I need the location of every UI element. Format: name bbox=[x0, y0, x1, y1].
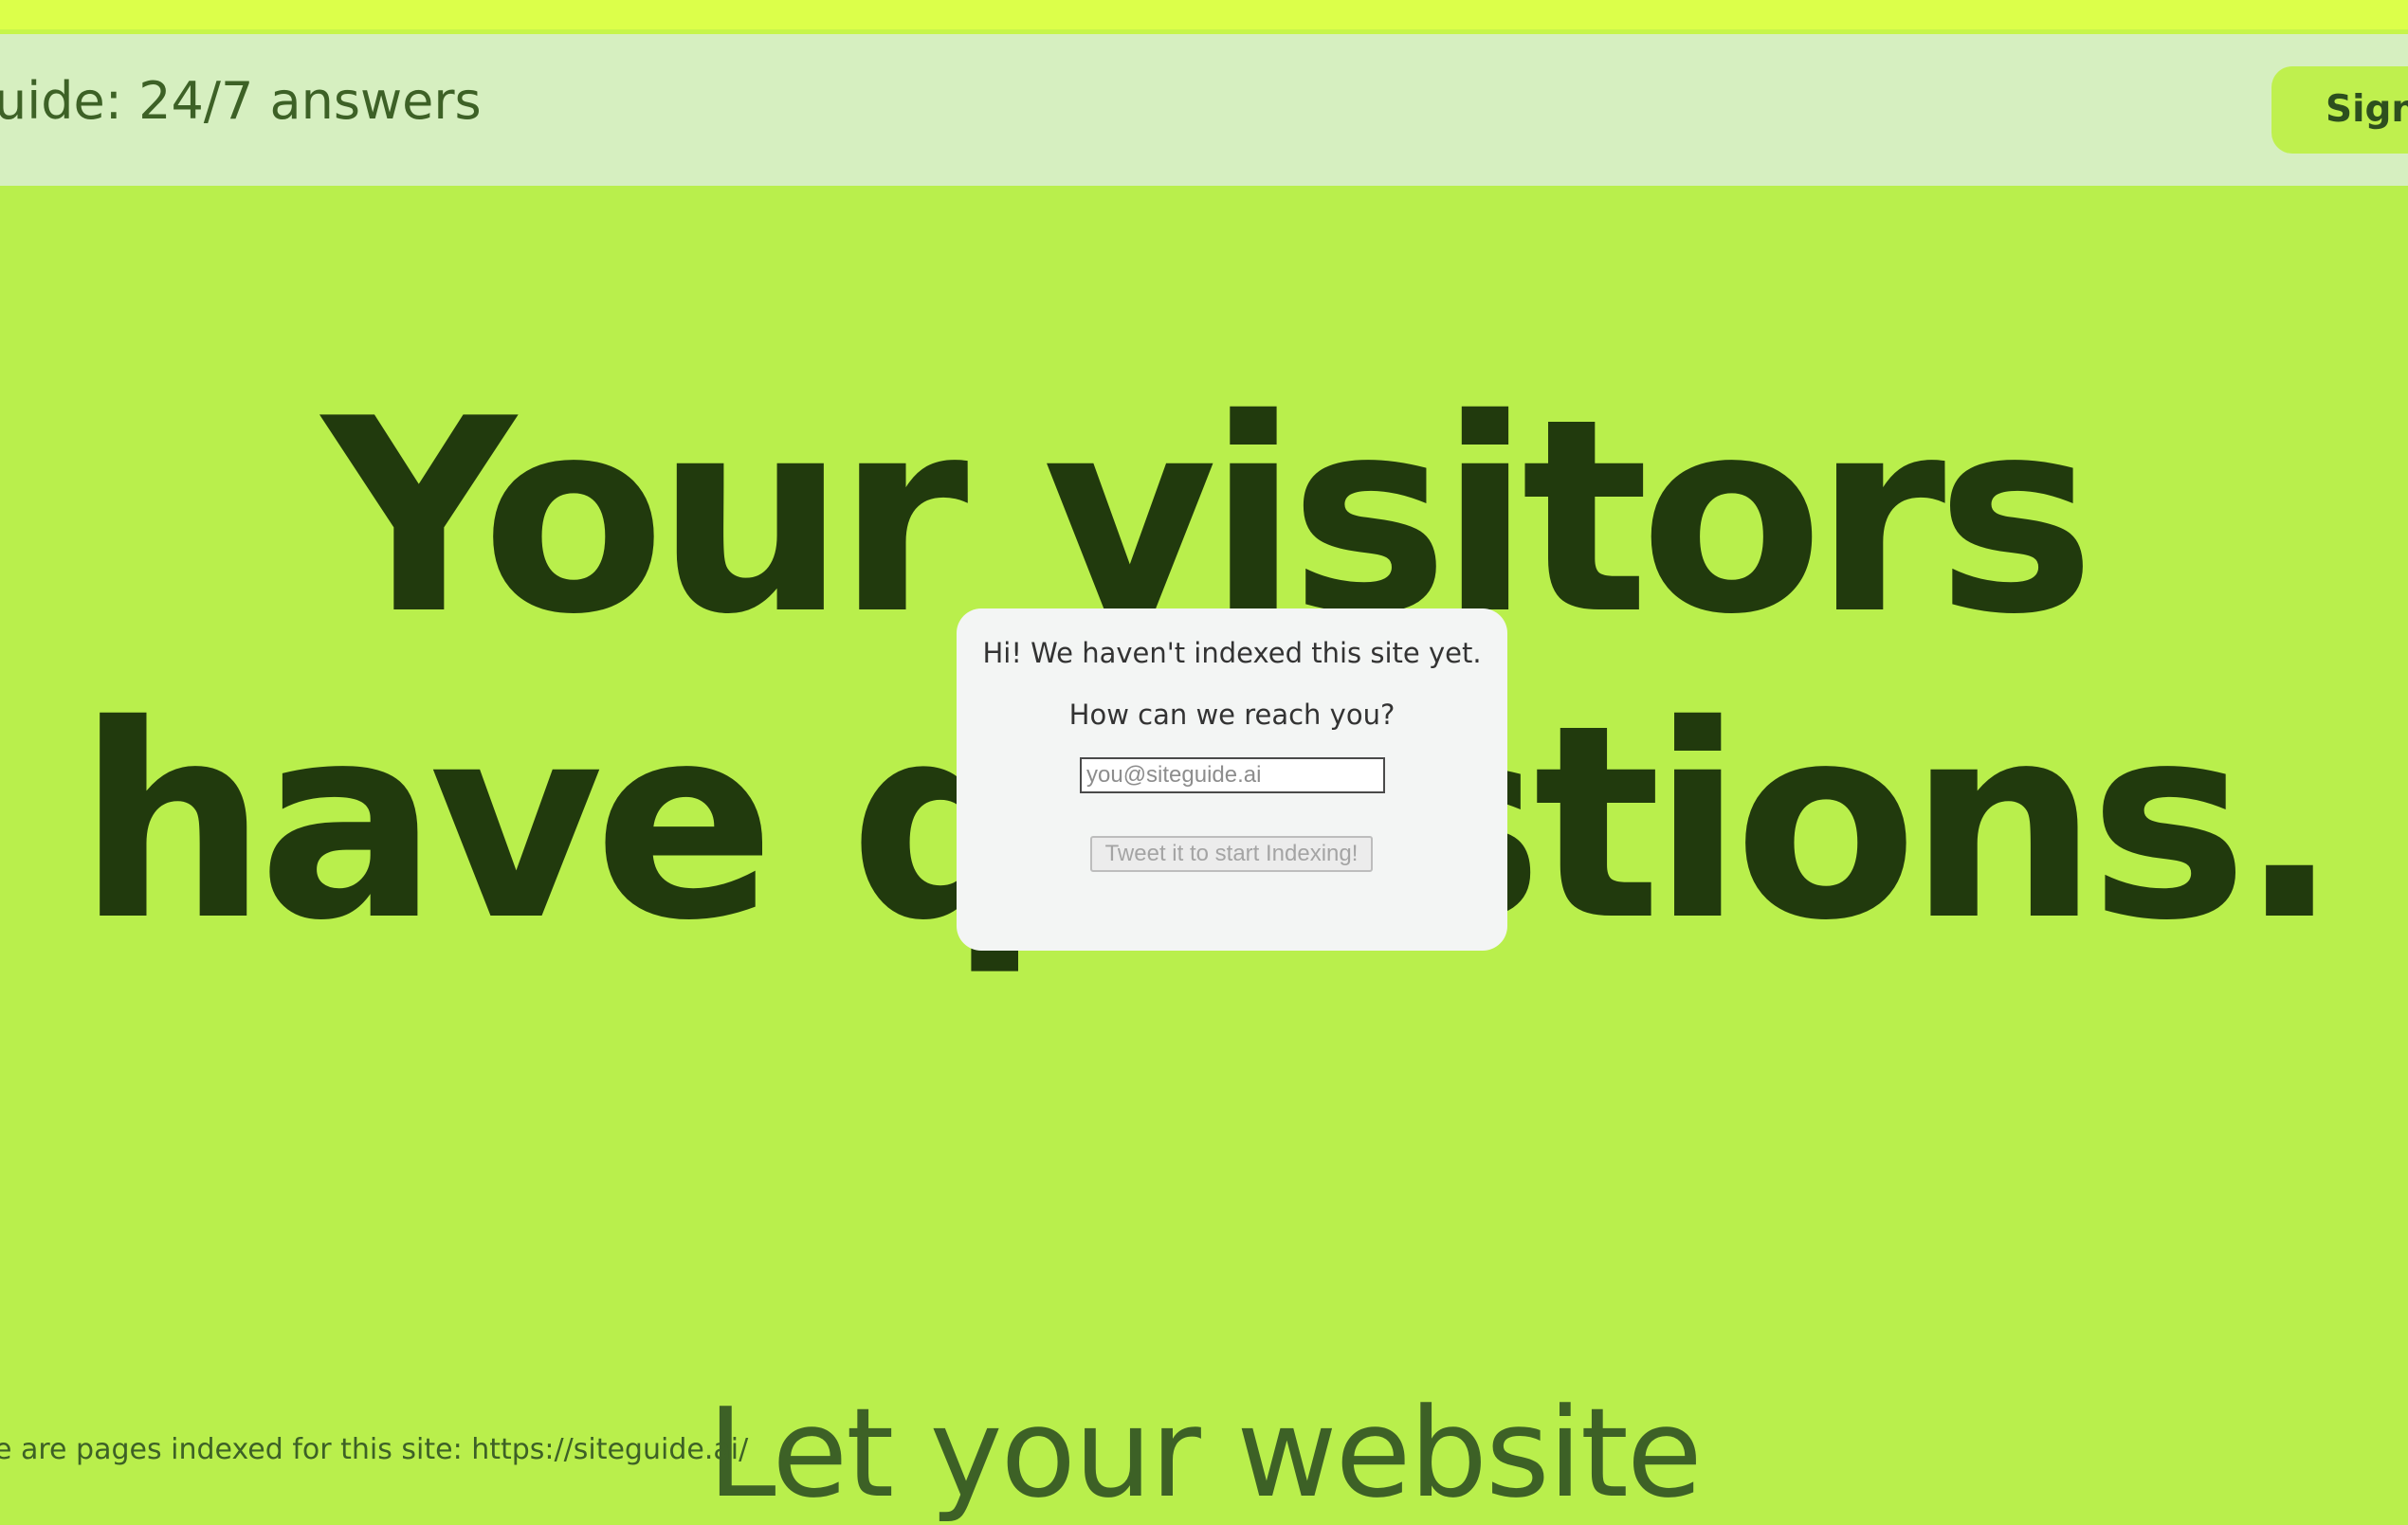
modal-question: How can we reach you? bbox=[1068, 699, 1396, 731]
index-status-text: e are pages indexed for this site: https… bbox=[0, 1433, 749, 1466]
indexing-modal: Hi! We haven't indexed this site yet. Ho… bbox=[957, 608, 1507, 951]
sign-in-button[interactable]: Sign bbox=[2271, 66, 2408, 154]
site-title[interactable]: uide: 24/7 answers bbox=[0, 76, 482, 127]
email-input[interactable] bbox=[1080, 757, 1385, 793]
top-accent-strip bbox=[0, 0, 2408, 34]
tweet-to-index-button[interactable]: Tweet it to start Indexing! bbox=[1090, 836, 1373, 872]
modal-message: Hi! We haven't indexed this site yet. bbox=[982, 637, 1482, 669]
